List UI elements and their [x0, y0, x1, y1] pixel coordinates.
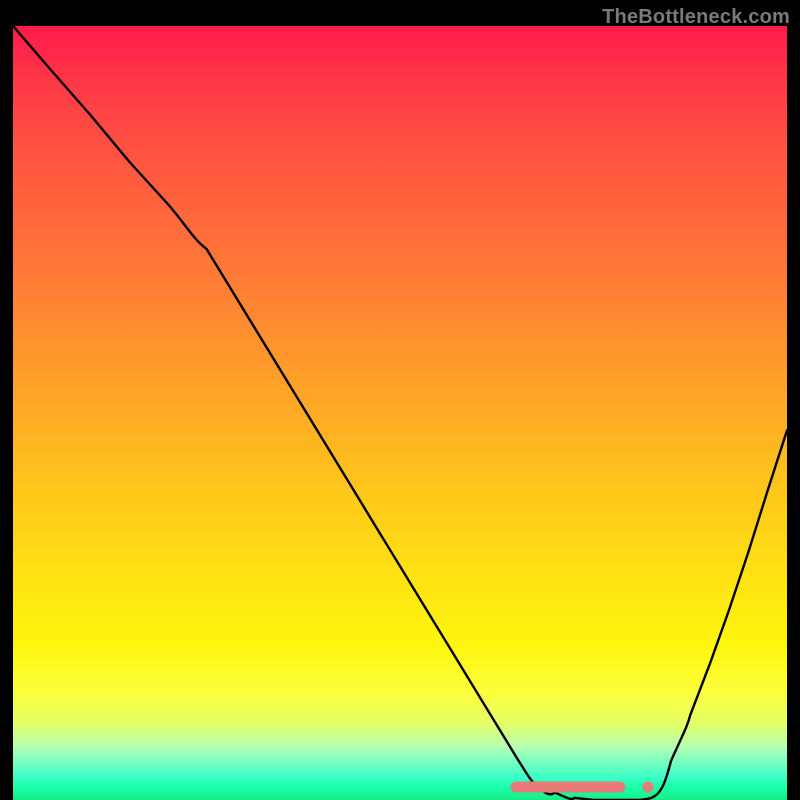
optimal-point-marker	[643, 782, 654, 793]
chart-svg	[13, 26, 787, 800]
chart-frame: TheBottleneck.com	[0, 0, 800, 800]
plot-area	[13, 26, 787, 800]
bottleneck-curve	[13, 26, 787, 800]
